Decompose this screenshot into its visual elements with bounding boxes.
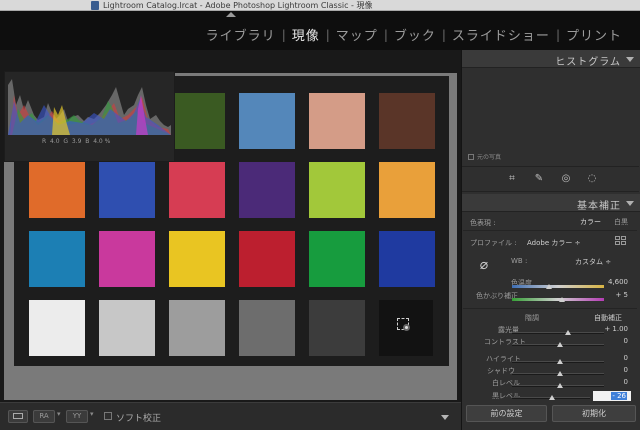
window-title: Lightroom Catalog.lrcat - Adobe Photosho… [103,1,373,10]
color-chip [169,300,225,356]
color-chip [99,162,155,218]
auto-tone-button[interactable]: 自動補正 [594,313,622,323]
histogram-readout: R 4.0 G 3.9 B 4.0 % [42,138,111,145]
module-book[interactable]: ブック [388,25,442,44]
soft-proof-checkbox[interactable] [104,412,112,420]
highlights-value[interactable]: 0 [600,354,628,362]
before-after-swap-button[interactable]: YY [66,410,88,423]
document-icon [91,1,99,10]
basic-panel-header[interactable]: 基本補正 [462,194,640,212]
color-chip [239,300,295,356]
color-chip [379,162,435,218]
color-chip [239,231,295,287]
whites-value[interactable]: 0 [600,378,628,386]
color-chip [239,93,295,149]
white-balance-cursor-icon [403,324,410,331]
exposure-value[interactable]: + 1.00 [598,325,628,333]
previous-settings-button[interactable]: 前の設定 [466,405,547,422]
profile-dropdown[interactable]: Adobe カラー ÷ [527,238,580,248]
color-chip [309,300,365,356]
color-chip [169,162,225,218]
wb-dropdown[interactable]: カスタム ÷ [575,257,611,267]
color-chip [29,300,85,356]
color-chip [379,93,435,149]
blacks-value[interactable]: - 26 [611,392,627,400]
treatment-bw-button[interactable]: 白黒 [614,217,628,227]
loupe-view-button[interactable] [8,410,28,423]
color-chip [99,231,155,287]
original-photo-toggle[interactable]: 元の写真 [468,152,501,161]
blacks-value-field[interactable]: - 26 [593,391,631,401]
soft-proof-label: ソフト校正 [116,414,162,424]
collapse-triangle-icon[interactable] [626,57,634,62]
swap-dropdown[interactable]: ▾ [90,410,94,418]
histogram [4,71,175,162]
crop-tool-icon[interactable]: ⌗ [506,173,518,185]
color-chip [309,231,365,287]
module-list: ライブラリ | 現像 | マップ | ブック | スライドショー | プリント [200,25,628,45]
tint-slider[interactable] [512,298,604,301]
profile-browser-icon[interactable] [615,236,627,246]
original-photo-checkbox[interactable] [468,154,474,160]
color-chip [29,162,85,218]
masking-icon[interactable]: ◌ [586,173,598,185]
color-chip [169,93,225,149]
healing-brush-icon[interactable]: ✎ [533,173,545,185]
color-chip [29,231,85,287]
color-chip [169,231,225,287]
module-develop[interactable]: 現像 [286,25,326,44]
shadows-value[interactable]: 0 [600,366,628,374]
histogram-graph [8,79,171,135]
module-map[interactable]: マップ [330,25,384,44]
contrast-value[interactable]: 0 [600,337,628,345]
bottom-toolbar: RA ▾ YY ▾ ソフト校正 [0,402,461,430]
tint-value[interactable]: + 5 [600,291,628,299]
blacks-label: 黒レベル [492,392,520,400]
exposure-slider[interactable] [512,332,604,334]
divider [463,308,637,309]
basic-panel-title: 基本補正 [577,201,621,212]
toolbar-menu-icon[interactable] [441,415,449,420]
histogram-header[interactable]: ヒストグラム [462,50,640,68]
color-chip [239,162,295,218]
reset-button[interactable]: 初期化 [552,405,636,422]
module-slideshow[interactable]: スライドショー [446,25,556,44]
color-chip [309,162,365,218]
collapse-triangle-icon[interactable] [626,201,634,206]
module-picker: ライブラリ | 現像 | マップ | ブック | スライドショー | プリント [0,11,640,50]
treatment-label: 色表現 : [470,219,496,227]
module-library[interactable]: ライブラリ [200,25,282,44]
wb-label: WB : [511,257,528,265]
treatment-color-button[interactable]: カラー [580,217,601,227]
eyedropper-icon[interactable]: ⌀ [473,256,495,274]
temp-slider[interactable] [512,285,604,288]
color-chip [99,300,155,356]
tool-strip [462,166,639,192]
before-after-dropdown[interactable]: ▾ [57,410,61,418]
profile-label: プロファイル : [470,239,517,247]
before-after-button[interactable]: RA [33,410,55,423]
histogram-title: ヒストグラム [555,57,621,68]
collapse-top-panel-icon[interactable] [226,12,236,17]
window-title-bar: Lightroom Catalog.lrcat - Adobe Photosho… [0,0,640,11]
color-chip [379,231,435,287]
temp-value[interactable]: 4,600 [600,278,628,286]
shadows-label: シャドウ [487,367,515,375]
tone-label: 階調 [525,314,539,322]
divider [463,230,637,231]
color-chip [309,93,365,149]
red-eye-icon[interactable]: ◎ [560,173,572,185]
module-print[interactable]: プリント [560,25,628,44]
